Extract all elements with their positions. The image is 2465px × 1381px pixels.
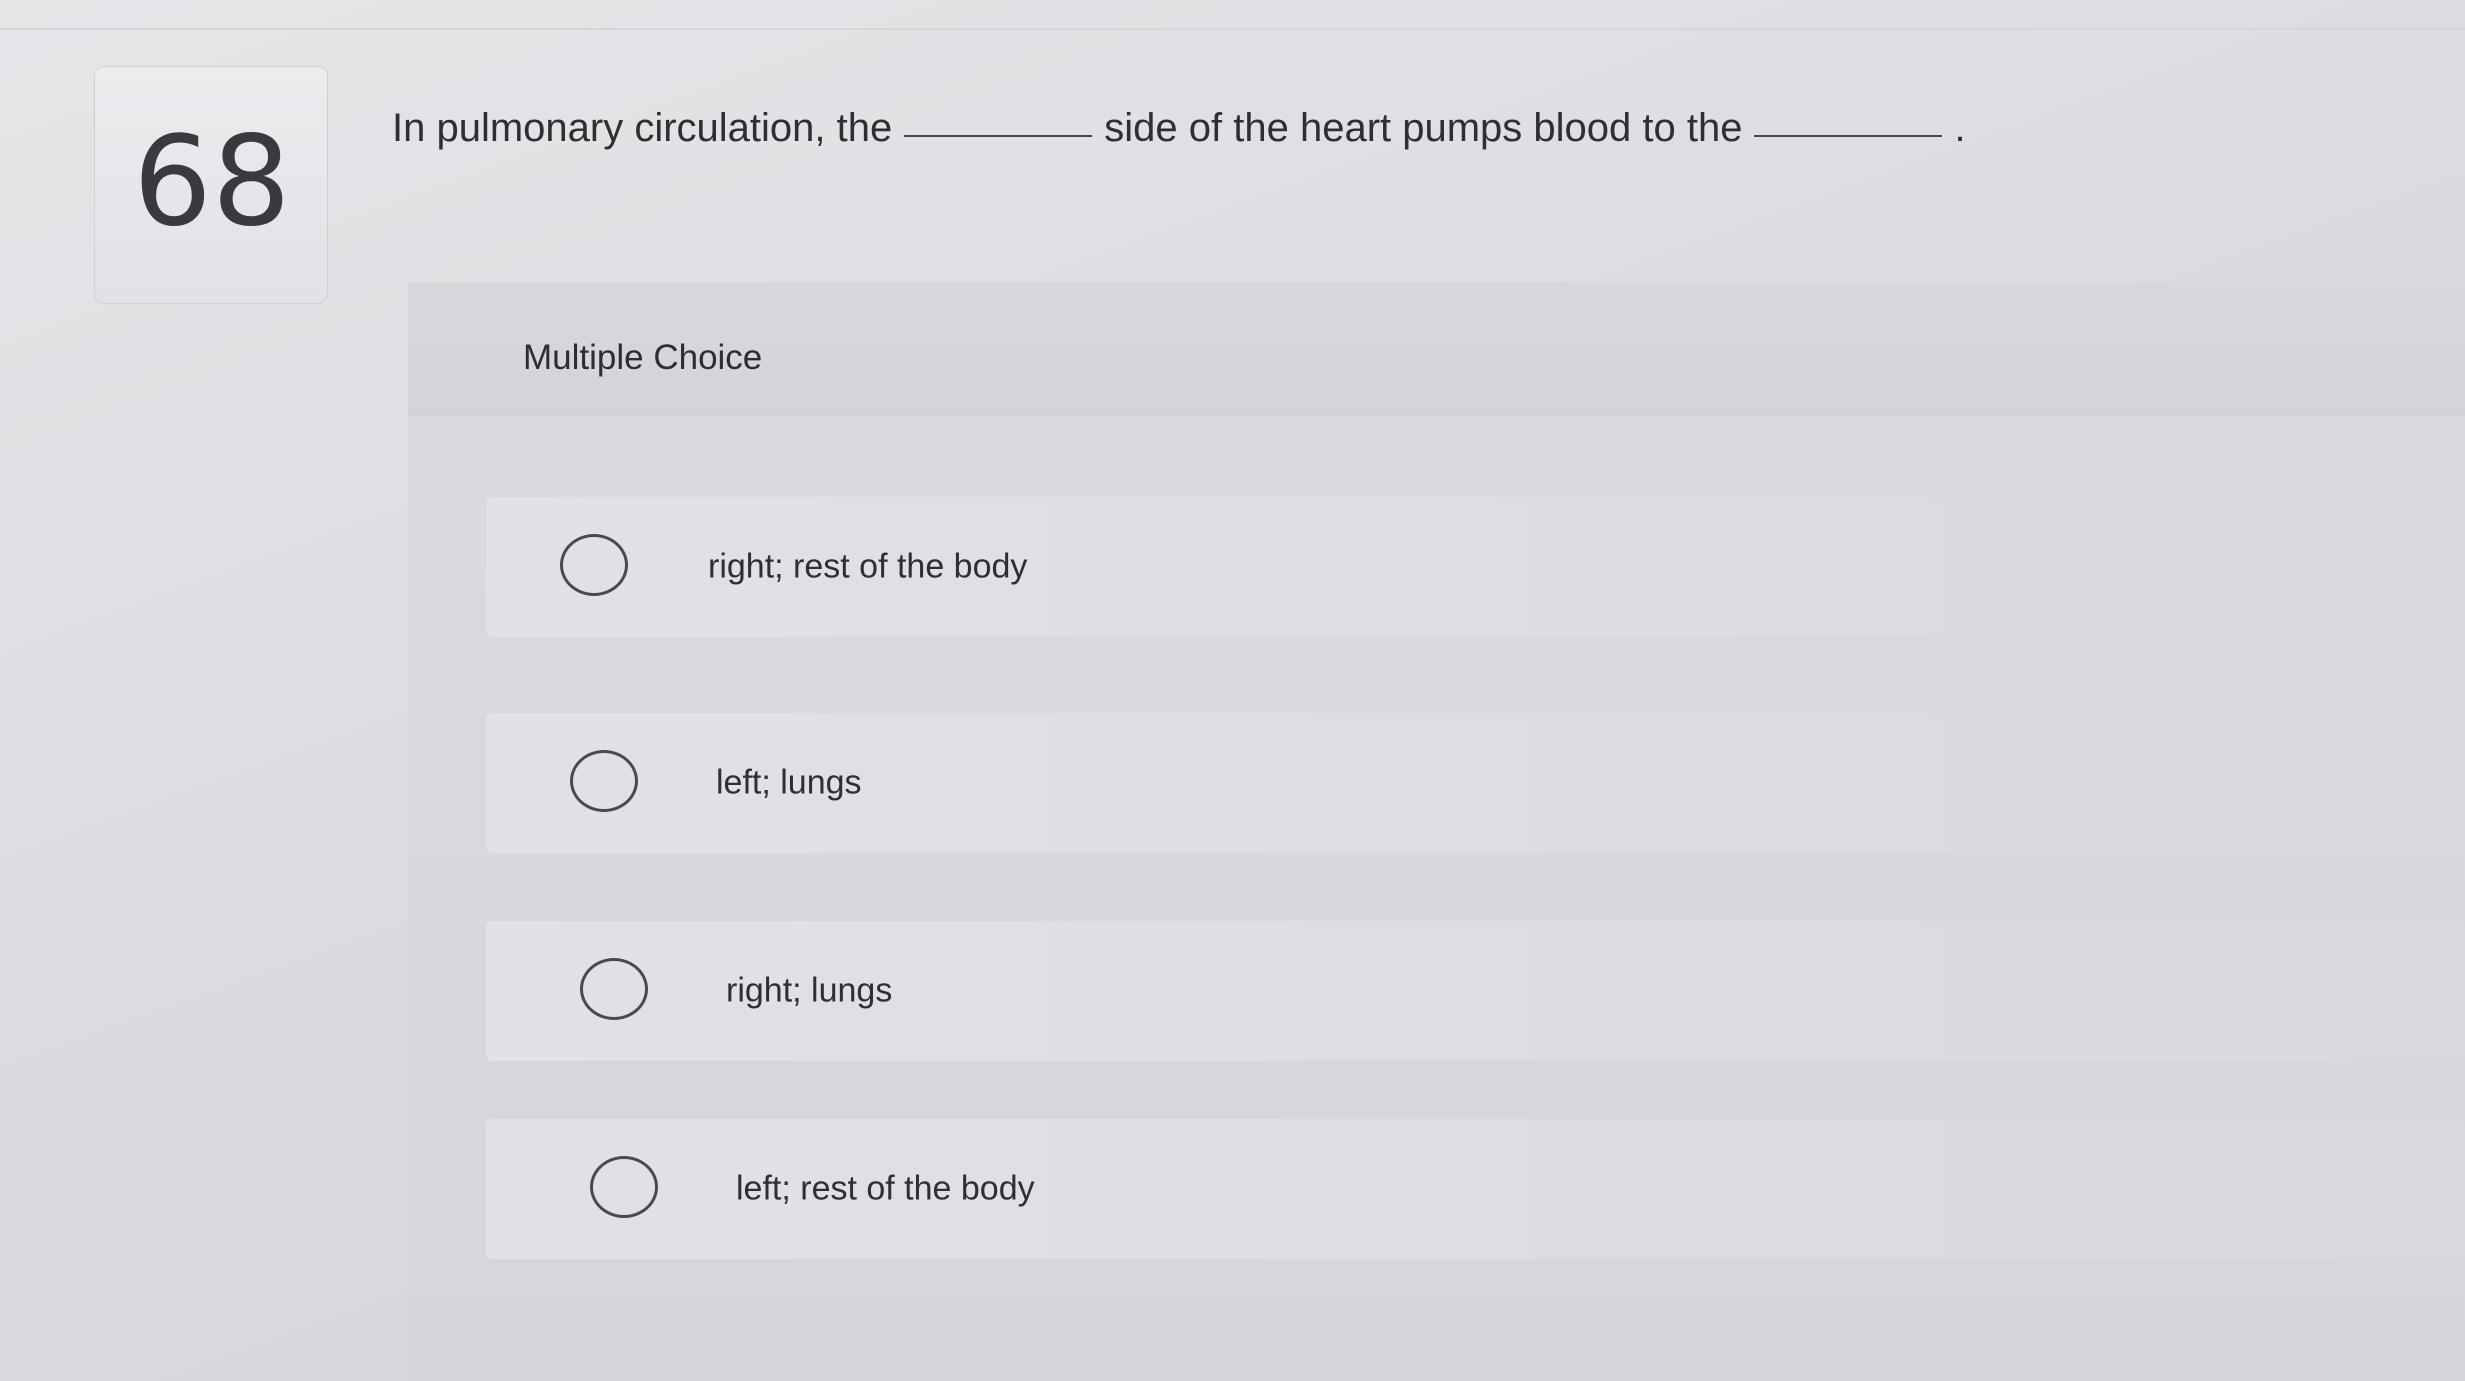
question-number: 68: [133, 110, 291, 254]
radio-unselected-icon[interactable]: [570, 750, 638, 812]
answer-option[interactable]: right; rest of the body: [486, 497, 2465, 637]
prompt-text-part1: In pulmonary circulation, the: [392, 106, 893, 150]
answer-blank-2: [1754, 135, 1943, 137]
question-type-label: Multiple Choice: [523, 338, 763, 377]
answer-option[interactable]: left; lungs: [486, 713, 2465, 853]
answer-option-label: left; lungs: [716, 763, 862, 802]
radio-unselected-icon[interactable]: [560, 534, 628, 596]
prompt-text-part2: side of the heart pumps blood to the: [1104, 106, 1743, 150]
question-prompt: In pulmonary circulation, the side of th…: [392, 104, 1966, 152]
radio-unselected-icon[interactable]: [590, 1156, 658, 1218]
answer-option[interactable]: right; lungs: [486, 921, 2465, 1061]
multiple-choice-header: Multiple Choice: [408, 282, 2465, 417]
radio-unselected-icon[interactable]: [580, 958, 648, 1020]
answer-option-label: right; rest of the body: [708, 547, 1028, 586]
answer-blank-1: [904, 135, 1093, 137]
top-divider: [0, 28, 2465, 30]
answer-option-label: left; rest of the body: [736, 1169, 1035, 1208]
answer-option-label: right; lungs: [726, 971, 893, 1010]
answer-option[interactable]: left; rest of the body: [486, 1119, 2465, 1259]
prompt-text-end: .: [1954, 106, 1966, 150]
multiple-choice-panel: Multiple Choice right; rest of the body …: [408, 282, 2465, 1381]
